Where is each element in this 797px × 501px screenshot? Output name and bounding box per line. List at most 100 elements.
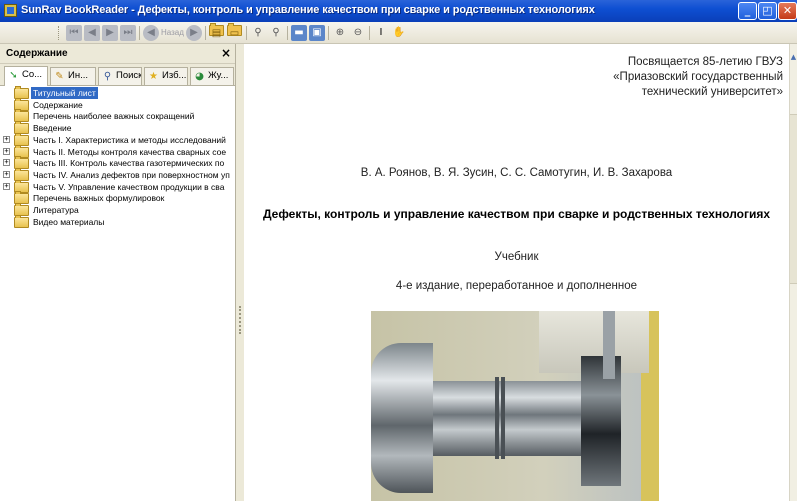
tree-item-label: Часть IV. Анализ дефектов при поверхност… [33, 169, 230, 180]
panel-close-icon[interactable]: × [221, 46, 231, 60]
tree-item[interactable]: + Часть II. Методы контроля качества свар… [0, 144, 235, 158]
tree-item[interactable]: + Часть III. Контроль качества газотермич… [0, 156, 235, 170]
tab-favorites[interactable]: ★ Изб... [144, 67, 188, 85]
tree-item-label: Часть II. Методы контроля качества сварн… [33, 146, 227, 157]
zoom-in-icon[interactable]: ⊕ [332, 25, 348, 41]
dedication-line-3: технический университет» [641, 86, 783, 98]
expand-icon[interactable]: + [3, 170, 10, 178]
tab-label: Со... [22, 69, 43, 80]
tab-label: Жу... [208, 70, 229, 81]
tree-item[interactable]: Видео материалы [0, 214, 235, 228]
scroll-thumb[interactable] [790, 114, 797, 284]
previous-page-icon[interactable]: ◀ [84, 25, 100, 41]
toolbar-separator [328, 26, 329, 40]
authors: В. А. Роянов, В. Я. Зусин, С. С. Самотуг… [360, 167, 673, 179]
tab-label: Изб... [162, 70, 187, 81]
tree-item[interactable]: Содержание [0, 97, 235, 111]
maximize-button[interactable]: ◰ [758, 2, 777, 20]
panel-title: Содержание [6, 48, 68, 59]
photo-flange [371, 343, 433, 493]
tree-item-label: Титульный лист [31, 87, 98, 99]
tree-item[interactable]: + Часть I. Характеристика и методы исслед… [0, 132, 235, 146]
cover-photo [371, 311, 659, 501]
expand-icon[interactable]: + [3, 147, 10, 155]
tree-item[interactable]: + Часть IV. Анализ дефектов при поверхнос… [0, 167, 235, 181]
tree-item[interactable]: + Часть V. Управление качеством продукции… [0, 179, 235, 193]
vertical-scrollbar[interactable]: ▲ [789, 44, 797, 501]
toolbar-grip[interactable] [58, 26, 62, 40]
dedication-line-1: Посвящается 85-летию ГВУЗ [627, 56, 783, 68]
first-page-icon[interactable]: ⏮ [66, 25, 82, 41]
tree-item[interactable]: Титульный лист [0, 86, 235, 99]
expand-icon[interactable]: + [3, 135, 10, 143]
tree-item-label: Введение [33, 123, 72, 134]
expand-icon[interactable]: + [3, 159, 10, 167]
zoom-out-icon[interactable]: ⊖ [350, 25, 366, 41]
hand-tool-icon[interactable]: ✋ [391, 25, 407, 41]
toolbar: ⏮ ◀ ▶ ⏭ ◀ Назад ▶ ▤ ▭ ⚲ ⚲ ▬ ▣ ⊕ ⊖ I ✋ [0, 22, 797, 44]
tree-item[interactable]: Перечень важных формулировок [0, 191, 235, 205]
tab-search[interactable]: ⚲ Поиск [98, 67, 142, 85]
tree-item-label: Содержание [33, 99, 83, 110]
tree-item[interactable]: Перечень наиболее важных сокращений [0, 109, 235, 123]
panel-tabs: ➘ Со... ✎ Ин... ⚲ Поиск ★ Изб... ◕ Жу... [0, 64, 235, 86]
back-label[interactable]: Назад [161, 28, 184, 37]
splitter-grip[interactable] [239, 306, 243, 334]
toolbar-separator [369, 26, 370, 40]
book-title: Дефекты, контроль и управление качеством… [262, 207, 771, 221]
title-bar[interactable]: SunRav BookReader - Дефекты, контроль и … [0, 0, 797, 22]
photo-groove [495, 377, 499, 459]
tree-item-label: Литература [33, 205, 79, 215]
app-icon[interactable] [4, 4, 17, 17]
photo-collar [581, 356, 621, 486]
tree-item-label: Часть I. Характеристика и методы исследо… [33, 134, 226, 145]
text-cursor-icon[interactable]: I [373, 25, 389, 41]
close-button[interactable]: ✕ [778, 2, 797, 20]
tab-index[interactable]: ✎ Ин... [50, 67, 96, 85]
minimize-button[interactable]: _ [738, 2, 757, 20]
contents-panel: Содержание × ➘ Со... ✎ Ин... ⚲ Поиск ★ И… [0, 44, 236, 501]
tree-item-label: Часть III. Контроль качества газотермиче… [33, 158, 225, 169]
toolbar-separator [287, 26, 288, 40]
journal-icon: ◕ [195, 71, 204, 82]
tab-contents[interactable]: ➘ Со... [4, 66, 48, 86]
tab-label: Поиск [116, 70, 142, 81]
panel-splitter[interactable] [236, 44, 244, 501]
document-view[interactable]: Посвящается 85-летию ГВУЗ «Приазовский г… [244, 44, 789, 501]
favorites-icon: ★ [149, 71, 158, 82]
last-page-icon[interactable]: ⏭ [120, 25, 136, 41]
dedication-line-2: «Приазовский государственный [613, 71, 783, 83]
search-icon[interactable]: ⚲ [250, 25, 266, 41]
photo-groove [501, 377, 505, 459]
tab-journal[interactable]: ◕ Жу... [190, 67, 234, 85]
toolbar-separator [205, 26, 206, 40]
scroll-up-icon[interactable]: ▲ [790, 52, 797, 62]
find-next-icon[interactable]: ⚲ [268, 25, 284, 41]
book-type: Учебник [494, 251, 539, 263]
forward-icon[interactable]: ▶ [186, 25, 202, 41]
folder-icon [14, 214, 29, 228]
tree-item-label: Видео материалы [33, 216, 105, 227]
search-icon: ⚲ [103, 71, 112, 82]
next-page-icon[interactable]: ▶ [102, 25, 118, 41]
contents-icon: ➘ [9, 70, 18, 81]
toolbar-separator [246, 26, 247, 40]
print-icon[interactable]: ▬ [291, 25, 307, 41]
edition: 4-е издание, переработанное и дополненно… [395, 280, 638, 292]
tab-label: Ин... [68, 70, 88, 81]
panel-header: Содержание × [0, 44, 235, 64]
expand-icon[interactable]: + [3, 182, 10, 190]
photo-tool-part [603, 311, 615, 379]
tree-item-label: Перечень важных формулировок [33, 193, 165, 204]
tree-item[interactable]: Литература [0, 203, 235, 216]
window-title: SunRav BookReader - Дефекты, контроль и … [21, 4, 595, 16]
open-folder-icon[interactable]: ▭ [227, 23, 242, 39]
toolbar-separator [139, 26, 140, 40]
index-icon: ✎ [55, 71, 64, 82]
tree-item[interactable]: Введение [0, 121, 235, 135]
layout-icon[interactable]: ▣ [309, 25, 325, 41]
back-icon[interactable]: ◀ [143, 25, 159, 41]
open-book-icon[interactable]: ▤ [209, 23, 224, 39]
tree-item-label: Перечень наиболее важных сокращений [33, 111, 195, 122]
tree-item-label: Часть V. Управление качеством продукции … [33, 181, 225, 192]
